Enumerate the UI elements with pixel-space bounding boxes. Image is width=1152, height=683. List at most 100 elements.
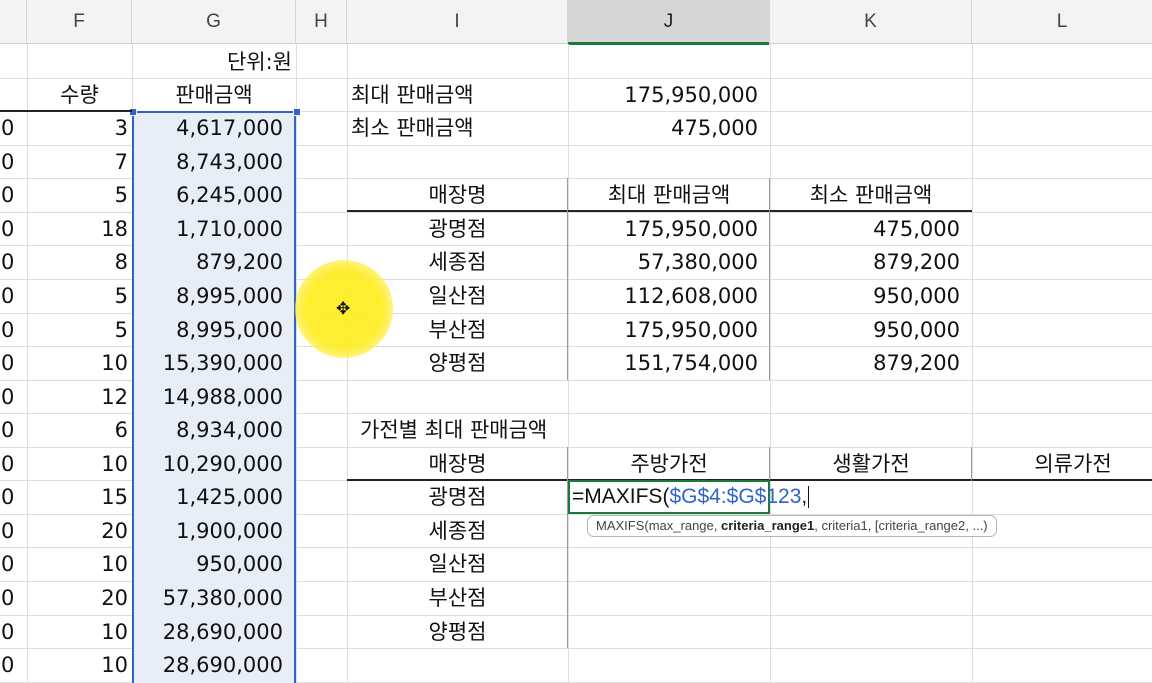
cell-cursor-icon: ✥ <box>336 299 351 319</box>
column-header-e[interactable] <box>0 0 27 44</box>
store-max[interactable]: 175,950,000 <box>568 314 758 347</box>
store-min[interactable]: 879,200 <box>770 347 960 380</box>
qty-cell[interactable]: 18 <box>27 213 128 246</box>
sales-cell[interactable]: 57,380,000 <box>132 582 283 615</box>
sales-cell[interactable]: 1,425,000 <box>132 481 283 514</box>
sales-cell[interactable]: 10,290,000 <box>132 448 283 481</box>
sales-cell[interactable]: 28,690,000 <box>132 649 283 682</box>
sales-cell[interactable]: 28,690,000 <box>132 616 283 649</box>
column-header-h[interactable]: H <box>296 0 347 44</box>
sales-cell[interactable]: 14,988,000 <box>132 381 283 414</box>
qty-cell[interactable]: 8 <box>27 246 128 279</box>
appliance-table-divider <box>769 447 770 481</box>
edge-digit: 0 <box>1 519 15 543</box>
formula-suffix: , <box>801 485 808 508</box>
store-table-top-rule <box>347 210 972 212</box>
store-name[interactable]: 세종점 <box>347 246 568 279</box>
qty-cell[interactable]: 5 <box>27 179 128 212</box>
store-name[interactable]: 광명점 <box>347 213 568 246</box>
column-header-k[interactable]: K <box>770 0 972 44</box>
formula-input[interactable]: =MAXIFS($G$4:$G$123, <box>572 482 810 512</box>
function-tooltip[interactable]: MAXIFS(max_range, criteria_range1, crite… <box>587 515 997 537</box>
appliance-header-store[interactable]: 매장명 <box>347 448 568 481</box>
appliance-store-name[interactable]: 부산점 <box>347 582 568 615</box>
store-table-header-min[interactable]: 최소 판매금액 <box>770 179 972 212</box>
store-max[interactable]: 57,380,000 <box>568 246 758 279</box>
qty-cell[interactable]: 10 <box>27 616 128 649</box>
edge-digit: 0 <box>1 217 15 241</box>
text-caret <box>808 486 810 509</box>
edge-digit: 0 <box>1 485 15 509</box>
sales-cell[interactable]: 15,390,000 <box>132 347 283 380</box>
sales-cell[interactable]: 879,200 <box>132 246 283 279</box>
store-min[interactable]: 950,000 <box>770 280 960 313</box>
column-header-j[interactable]: J <box>568 0 770 45</box>
qty-cell[interactable]: 10 <box>27 448 128 481</box>
column-header-bar: F G H I J K L <box>0 0 1152 45</box>
sales-cell[interactable]: 8,934,000 <box>132 414 283 447</box>
sales-cell[interactable]: 4,617,000 <box>132 112 283 145</box>
column-header-g[interactable]: G <box>132 0 296 44</box>
summary-min-label[interactable]: 최소 판매금액 <box>351 112 561 145</box>
edge-digit: 0 <box>1 418 15 442</box>
summary-max-label[interactable]: 최대 판매금액 <box>351 79 561 112</box>
qty-cell[interactable]: 3 <box>27 112 128 145</box>
appliance-header-clothing[interactable]: 의류가전 <box>972 448 1152 481</box>
summary-max-value[interactable]: 175,950,000 <box>568 79 758 112</box>
qty-cell[interactable]: 5 <box>27 314 128 347</box>
store-max[interactable]: 151,754,000 <box>568 347 758 380</box>
appliance-store-name[interactable]: 광명점 <box>347 481 568 514</box>
store-table-header-store[interactable]: 매장명 <box>347 179 568 212</box>
column-header-l[interactable]: L <box>972 0 1152 44</box>
appliance-store-name[interactable]: 세종점 <box>347 515 568 548</box>
qty-cell[interactable]: 5 <box>27 280 128 313</box>
unit-label[interactable]: 단위:원 <box>132 46 292 79</box>
qty-cell[interactable]: 15 <box>27 481 128 514</box>
store-max[interactable]: 175,950,000 <box>568 213 758 246</box>
appliance-table-divider <box>971 447 972 481</box>
sales-cell[interactable]: 950,000 <box>132 548 283 581</box>
qty-cell[interactable]: 20 <box>27 582 128 615</box>
qty-cell[interactable]: 12 <box>27 381 128 414</box>
qty-cell[interactable]: 6 <box>27 414 128 447</box>
column-header-i[interactable]: I <box>347 0 568 44</box>
appliance-store-name[interactable]: 양평점 <box>347 616 568 649</box>
edge-digit: 0 <box>1 183 15 207</box>
header-sales[interactable]: 판매금액 <box>132 79 296 112</box>
store-min[interactable]: 950,000 <box>770 314 960 347</box>
store-table-header-max[interactable]: 최대 판매금액 <box>568 179 770 212</box>
sales-cell[interactable]: 1,710,000 <box>132 213 283 246</box>
column-header-f[interactable]: F <box>27 0 132 44</box>
edge-digit: 0 <box>1 351 15 375</box>
formula-prefix: =MAXIFS( <box>572 485 670 508</box>
qty-cell[interactable]: 10 <box>27 347 128 380</box>
edge-digit: 0 <box>1 653 15 677</box>
store-max[interactable]: 112,608,000 <box>568 280 758 313</box>
edge-digit: 0 <box>1 552 15 576</box>
qty-cell[interactable]: 10 <box>27 548 128 581</box>
qty-cell[interactable]: 7 <box>27 146 128 179</box>
sales-cell[interactable]: 8,995,000 <box>132 280 283 313</box>
sales-cell[interactable]: 8,995,000 <box>132 314 283 347</box>
appliance-header-living[interactable]: 생활가전 <box>770 448 972 481</box>
appliance-store-name[interactable]: 일산점 <box>347 548 568 581</box>
edge-digit: 0 <box>1 385 15 409</box>
formula-range-ref: $G$4:$G$123 <box>669 485 802 508</box>
edge-digit: 0 <box>1 150 15 174</box>
qty-cell[interactable]: 20 <box>27 515 128 548</box>
store-min[interactable]: 879,200 <box>770 246 960 279</box>
tooltip-text-end: , criteria1, [criteria_range2, ...) <box>814 518 988 533</box>
appliance-header-kitchen[interactable]: 주방가전 <box>568 448 770 481</box>
sales-cell[interactable]: 1,900,000 <box>132 515 283 548</box>
sales-cell[interactable]: 6,245,000 <box>132 179 283 212</box>
edge-digit: 0 <box>1 620 15 644</box>
header-qty[interactable]: 수량 <box>27 79 132 112</box>
store-min[interactable]: 475,000 <box>770 213 960 246</box>
edge-digit: 0 <box>1 284 15 308</box>
qty-cell[interactable]: 10 <box>27 649 128 682</box>
sales-cell[interactable]: 8,743,000 <box>132 146 283 179</box>
store-name[interactable]: 양평점 <box>347 347 568 380</box>
edge-digit: 0 <box>1 586 15 610</box>
summary-min-value[interactable]: 475,000 <box>568 112 758 145</box>
appliance-section-title[interactable]: 가전별 최대 판매금액 <box>360 414 620 447</box>
